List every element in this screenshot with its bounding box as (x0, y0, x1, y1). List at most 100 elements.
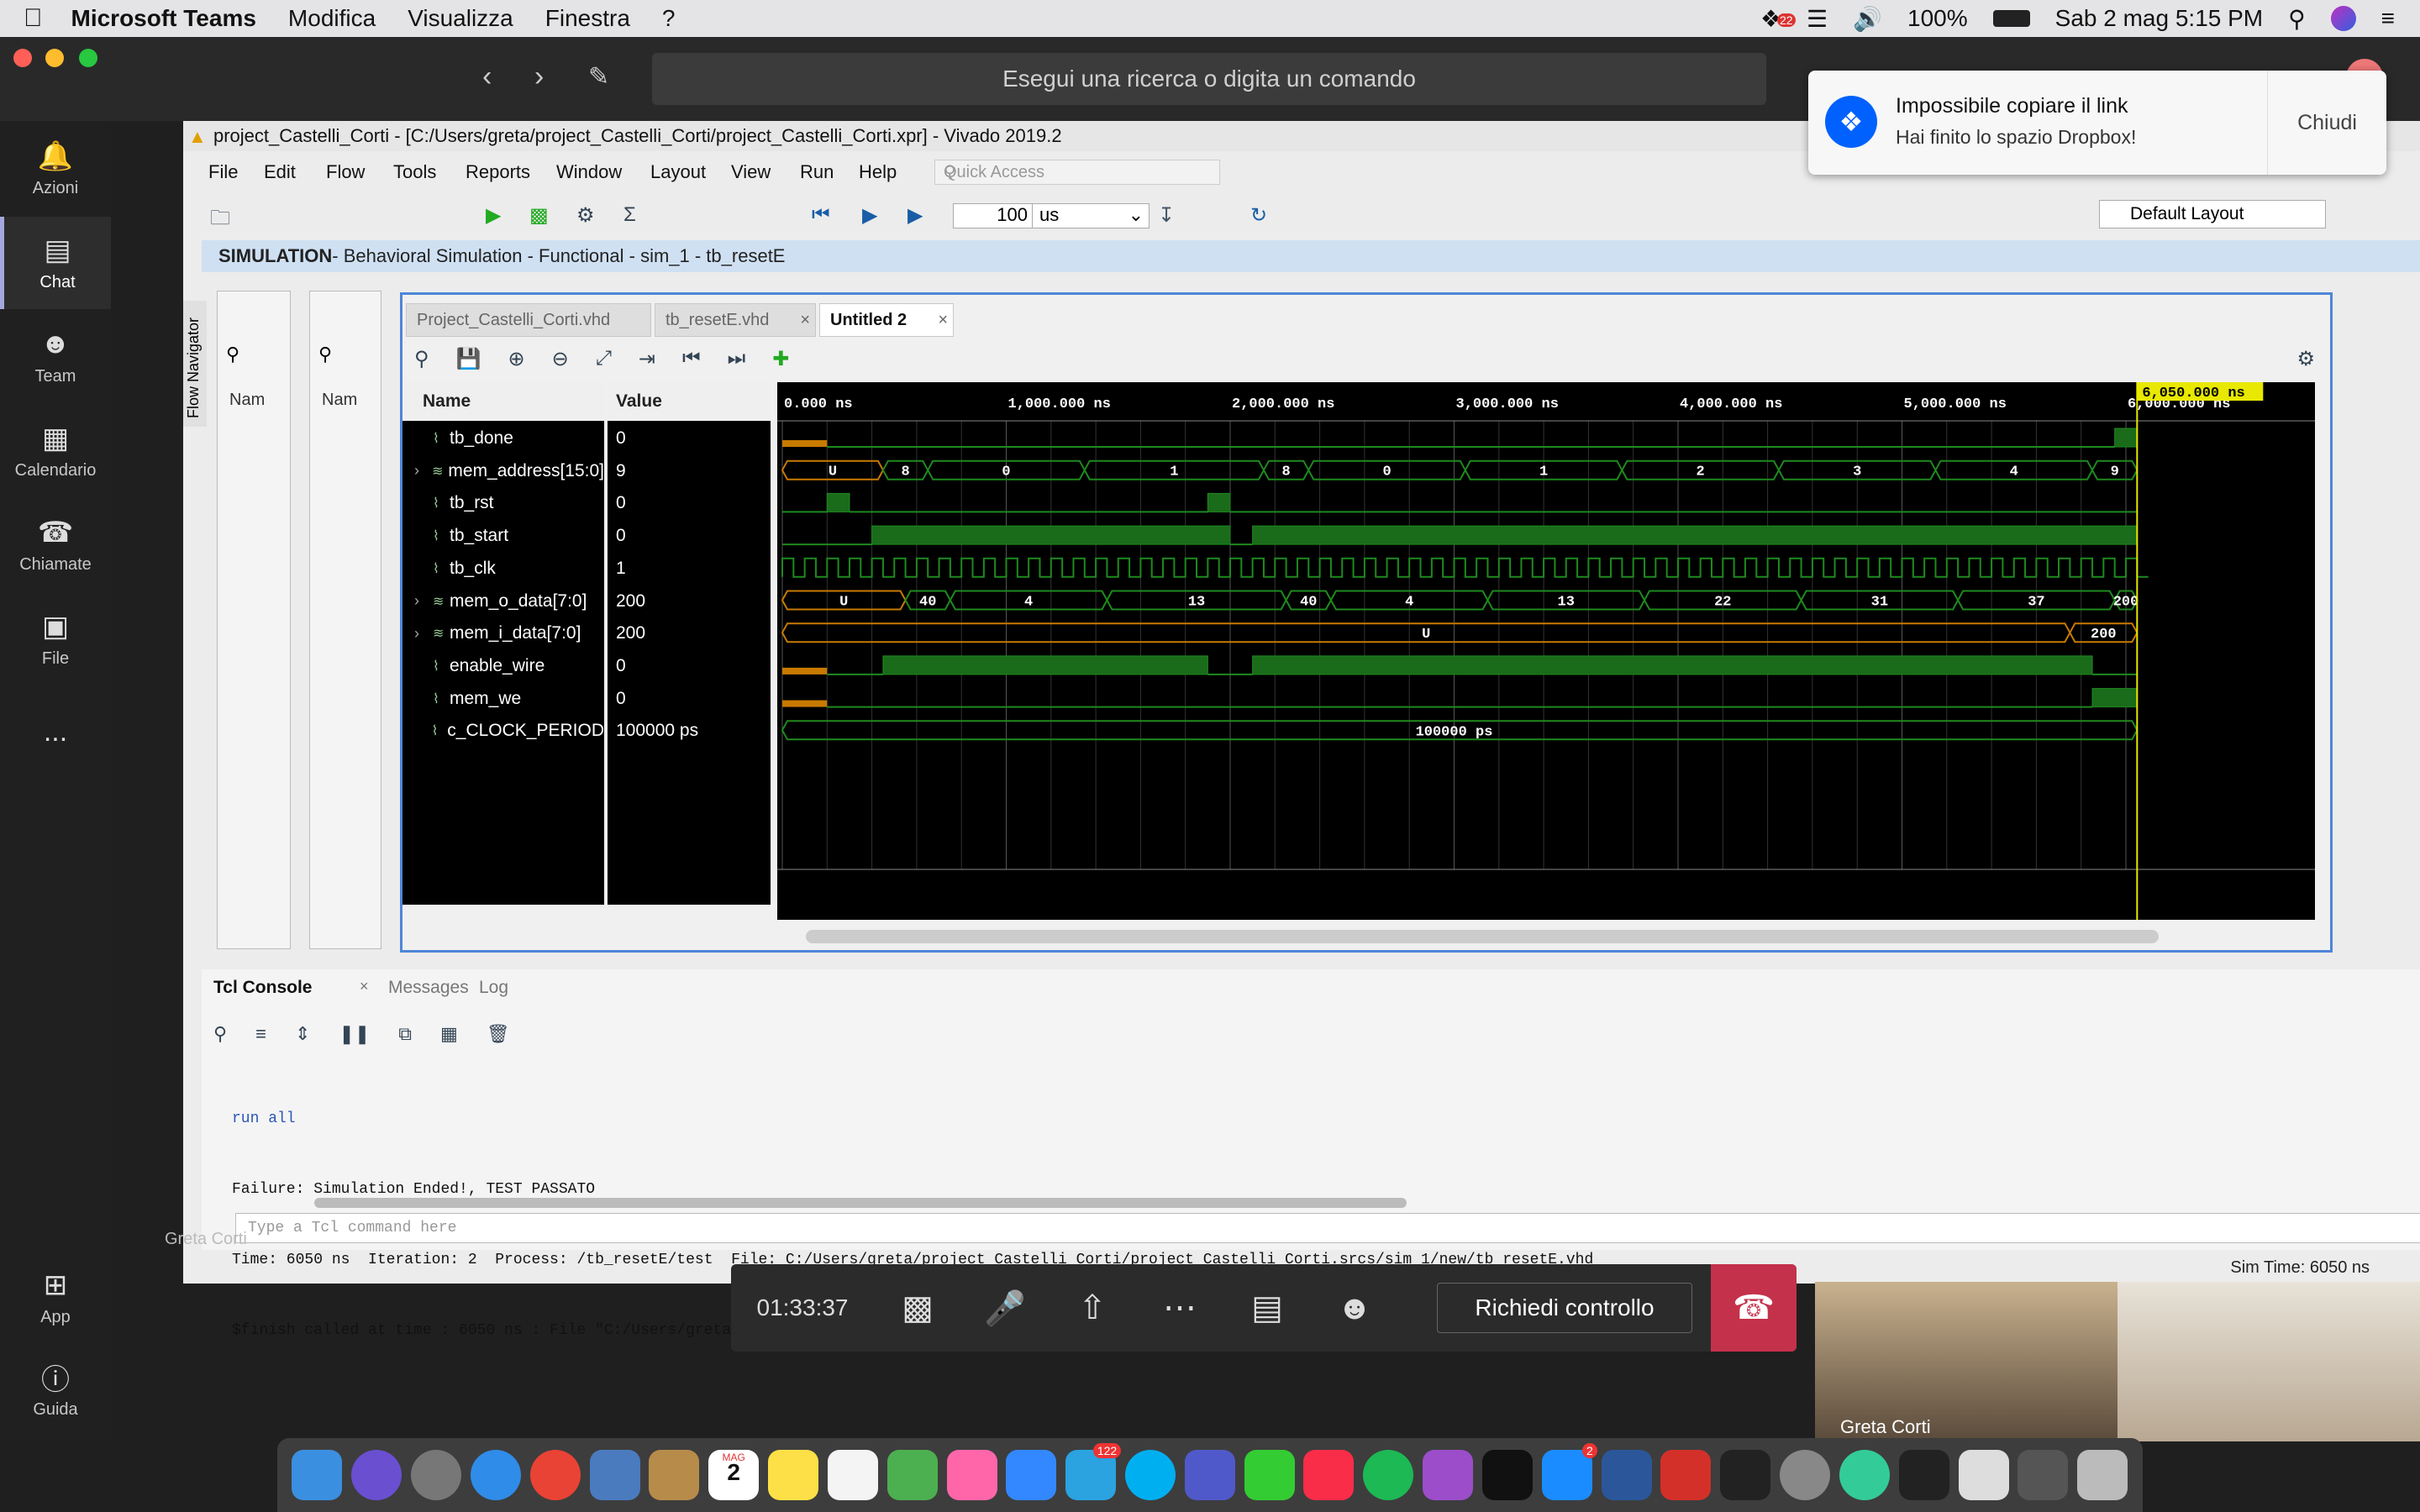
apple-icon[interactable]:  (24, 4, 43, 33)
zoom-fit-icon[interactable]: ⤢ (596, 347, 612, 374)
system-preferences-icon[interactable] (1780, 1450, 1831, 1500)
rail-item-chat[interactable]: ▤ Chat (0, 217, 111, 309)
signal-name-row[interactable]: ⌇ mem_we (402, 683, 604, 715)
signal-name-row[interactable]: ⌇ tb_clk (402, 553, 604, 585)
spotify-icon[interactable] (1363, 1450, 1414, 1500)
signal-name-row[interactable]: ⌇ c_CLOCK_PERIOD (402, 715, 604, 747)
toast-close-button[interactable]: Chiudi (2267, 71, 2386, 175)
safari-icon[interactable] (470, 1450, 521, 1500)
signal-name-row[interactable]: ⌇ tb_done (402, 423, 604, 454)
skype-icon[interactable] (1125, 1450, 1176, 1500)
close-icon[interactable]: × (360, 978, 369, 995)
rail-item-calendario[interactable]: ▦ Calendario (0, 405, 111, 497)
rail-item-azioni[interactable]: 🔔 Azioni (0, 123, 111, 215)
window-zoom-button[interactable] (79, 49, 97, 67)
messages-icon[interactable] (1006, 1450, 1057, 1500)
search-input[interactable]: Esegui una ricerca o digita un comando (652, 53, 1766, 105)
waveform-canvas[interactable]: 0.000 ns 1,000.000 ns 2,000.000 ns 3,000.00… (777, 382, 2315, 920)
window-minimize-button[interactable] (45, 49, 64, 67)
document-icon[interactable] (1958, 1450, 2009, 1500)
share-screen-icon[interactable]: ⇧ (1049, 1264, 1136, 1352)
search-icon[interactable]: ⚲ (318, 344, 332, 365)
siri-icon[interactable] (2330, 6, 2356, 31)
flow-navigator-tab[interactable]: Flow Navigator (183, 301, 207, 427)
vmenu-window[interactable]: Window (556, 161, 622, 183)
rail-item-more[interactable]: ... (0, 685, 111, 778)
participant-video[interactable]: Greta Corti (1815, 1282, 2118, 1441)
vmenu-help[interactable]: Help (859, 161, 897, 183)
spotlight-icon[interactable]: ⚲ (2288, 5, 2306, 33)
save-icon[interactable]: 💾 (456, 347, 481, 374)
compose-icon[interactable]: ✎ (588, 62, 609, 92)
close-icon[interactable]: × (938, 311, 948, 330)
go-to-end-icon[interactable]: ⏭ (728, 347, 746, 374)
vmenu-edit[interactable]: Edit (264, 161, 296, 183)
chat-icon[interactable]: ▤ (1223, 1264, 1311, 1352)
clock[interactable]: Sab 2 mag 5:15 PM (2055, 5, 2263, 32)
tcl-command-input[interactable]: Type a Tcl command here (235, 1213, 2420, 1243)
zoom-in-icon[interactable]: ⊕ (508, 347, 524, 374)
window-close-button[interactable] (13, 49, 32, 67)
participants-icon[interactable]: ☻ (1311, 1264, 1398, 1352)
finder-icon[interactable] (292, 1450, 343, 1500)
menu-finestra[interactable]: Finestra (545, 5, 630, 32)
vmenu-view[interactable]: View (731, 161, 771, 183)
hang-up-button[interactable]: ☎ (1711, 1264, 1797, 1352)
intellij-icon[interactable] (1898, 1450, 1949, 1500)
notes-icon[interactable] (768, 1450, 819, 1500)
run-icon[interactable]: ▶ (486, 203, 501, 228)
run-unit-select[interactable]: us ⌄ (1032, 203, 1150, 228)
menu-visualizza[interactable]: Visualizza (408, 5, 513, 32)
settings-icon[interactable]: ⚙ (576, 203, 595, 228)
chrome-icon[interactable] (529, 1450, 581, 1500)
podcasts-icon[interactable] (1423, 1450, 1474, 1500)
sigma-icon[interactable]: Σ (623, 203, 636, 227)
forward-icon[interactable]: › (534, 60, 544, 93)
relaunch-icon[interactable]: ↻ (1250, 203, 1267, 228)
camera-icon[interactable]: ▩ (874, 1264, 961, 1352)
volume-icon[interactable]: 🔊 (1853, 5, 1882, 33)
telegram-icon[interactable]: 122 (1065, 1443, 1122, 1500)
battery-percent[interactable]: 100% (1907, 5, 1968, 32)
word-icon[interactable] (1601, 1450, 1652, 1500)
vmenu-file[interactable]: File (208, 161, 238, 183)
rail-item-guida[interactable]: ⓘ Guida (0, 1344, 111, 1436)
signal-name-row[interactable]: › ≋ mem_i_data[7:0] (402, 617, 604, 649)
vmenu-layout[interactable]: Layout (650, 161, 706, 183)
apple-tv-icon[interactable] (1481, 1450, 1533, 1500)
expand-icon[interactable]: › (414, 625, 433, 643)
request-control-button[interactable]: Richiedi controllo (1437, 1283, 1692, 1333)
search-icon[interactable]: ⚲ (226, 344, 239, 365)
tab-untitled-2[interactable]: Untitled 2 × (819, 303, 954, 337)
add-marker-icon[interactable]: ✚ (772, 347, 789, 374)
zoom-out-icon[interactable]: ⊖ (552, 347, 569, 374)
delete-icon[interactable]: 🗑 (487, 1023, 510, 1045)
search-icon[interactable]: ⚲ (414, 347, 429, 374)
signal-name-row[interactable]: › ≋ mem_address[15:0] (402, 455, 604, 487)
maps-icon[interactable] (886, 1450, 938, 1500)
battery-icon[interactable] (1992, 10, 2030, 27)
rail-item-app[interactable]: ⊞ App (0, 1252, 111, 1344)
settings-icon[interactable]: ⚙ (2296, 347, 2315, 371)
tab-tb-resete[interactable]: tb_resetE.vhd × (655, 303, 816, 337)
vmenu-flow[interactable]: Flow (326, 161, 365, 183)
signal-name-row[interactable]: › ≋ mem_o_data[7:0] (402, 585, 604, 617)
siri-icon[interactable] (351, 1450, 402, 1500)
rail-item-file[interactable]: ▣ File (0, 593, 111, 685)
trash-icon[interactable] (2077, 1450, 2128, 1500)
music-icon[interactable] (1303, 1450, 1355, 1500)
launchpad-icon[interactable] (411, 1450, 462, 1500)
search-icon[interactable]: ⚲ (213, 1023, 227, 1045)
collapse-all-icon[interactable]: ≡ (255, 1023, 266, 1045)
tab-project-vhd[interactable]: Project_Castelli_Corti.vhd (406, 303, 651, 337)
photos-icon[interactable] (946, 1450, 997, 1500)
expand-all-icon[interactable]: ⇕ (295, 1023, 310, 1045)
expand-icon[interactable]: › (414, 462, 432, 480)
preview-icon[interactable] (589, 1450, 640, 1500)
microphone-icon[interactable]: 🎤 (961, 1264, 1049, 1352)
facetime-icon[interactable] (1244, 1450, 1295, 1500)
run-time-input[interactable]: 100 (953, 203, 1034, 228)
tab-tcl-console[interactable]: Tcl Console (213, 978, 312, 998)
contacts-icon[interactable] (649, 1450, 700, 1500)
pause-icon[interactable]: ❚❚ (339, 1023, 370, 1045)
